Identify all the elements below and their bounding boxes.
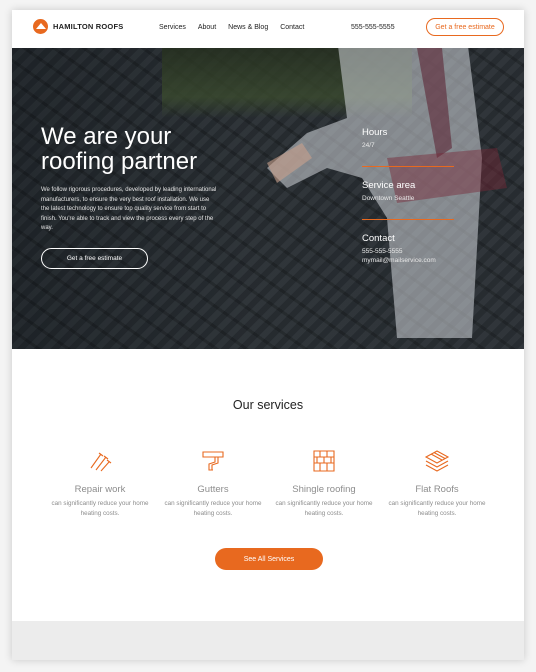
logo[interactable]: HAMILTON ROOFS: [33, 19, 123, 34]
info-service-area: Service area Downtown Seattle: [362, 180, 415, 203]
shingle-icon: [269, 448, 379, 474]
info-hours-label: Hours: [362, 127, 388, 138]
info-contact: Contact 555-555-5555 mymail@mailservice.…: [362, 233, 436, 265]
service-desc: can significantly reduce your home heati…: [388, 500, 486, 517]
nav-about[interactable]: About: [198, 24, 216, 31]
info-contact-email[interactable]: mymail@mailservice.com: [362, 256, 436, 265]
hero-estimate-button[interactable]: Get a free estimate: [41, 248, 148, 269]
nav-contact[interactable]: Contact: [280, 24, 304, 31]
hero-section: We are your roofing partner We follow ri…: [12, 48, 524, 349]
service-gutters[interactable]: Gutters can significantly reduce your ho…: [158, 448, 268, 518]
services-title: Our services: [232, 398, 304, 412]
info-hours: Hours 24/7: [362, 127, 387, 150]
nails-icon: [45, 448, 155, 474]
header-phone[interactable]: 555-555-5555: [351, 24, 395, 31]
service-name: Flat Roofs: [415, 484, 459, 495]
service-flat-roofs[interactable]: Flat Roofs can significantly reduce your…: [382, 448, 492, 518]
footer: [12, 621, 524, 660]
service-desc: can significantly reduce your home heati…: [51, 500, 149, 517]
service-name: Repair work: [74, 484, 126, 495]
header-estimate-button[interactable]: Get a free estimate: [426, 18, 504, 36]
info-hours-value: 24/7: [362, 142, 375, 149]
service-desc: can significantly reduce your home heati…: [275, 500, 373, 517]
service-name: Gutters: [197, 484, 229, 495]
hero-description: We follow rigorous procedures, developed…: [41, 187, 217, 231]
gutter-icon: [158, 448, 268, 474]
service-name: Shingle roofing: [292, 484, 356, 495]
hero-title-line2: roofing partner: [41, 148, 198, 175]
flat-roof-icon: [382, 448, 492, 474]
divider: [362, 166, 454, 167]
nav-news-blog[interactable]: News & Blog: [228, 24, 268, 31]
main-nav: Services About News & Blog Contact: [159, 24, 304, 31]
site-header: HAMILTON ROOFS Services About News & Blo…: [12, 10, 524, 48]
see-all-services-button[interactable]: See All Services: [215, 548, 323, 570]
service-repair-work[interactable]: Repair work can significantly reduce you…: [45, 448, 155, 518]
hero-title-line1: We are your: [41, 123, 172, 150]
info-contact-label: Contact: [362, 233, 395, 244]
page-frame: HAMILTON ROOFS Services About News & Blo…: [12, 10, 524, 660]
divider: [362, 219, 454, 220]
info-area-value: Downtown Seattle: [362, 195, 415, 202]
info-contact-phone[interactable]: 555-555-5555: [362, 247, 436, 256]
service-desc: can significantly reduce your home heati…: [164, 500, 262, 517]
brand-name: HAMILTON ROOFS: [53, 22, 124, 31]
info-area-label: Service area: [362, 180, 416, 191]
nav-services[interactable]: Services: [159, 24, 186, 31]
service-shingle-roofing[interactable]: Shingle roofing can significantly reduce…: [269, 448, 379, 518]
hero-title: We are your roofing partner: [41, 124, 197, 174]
logo-icon: [33, 19, 48, 34]
